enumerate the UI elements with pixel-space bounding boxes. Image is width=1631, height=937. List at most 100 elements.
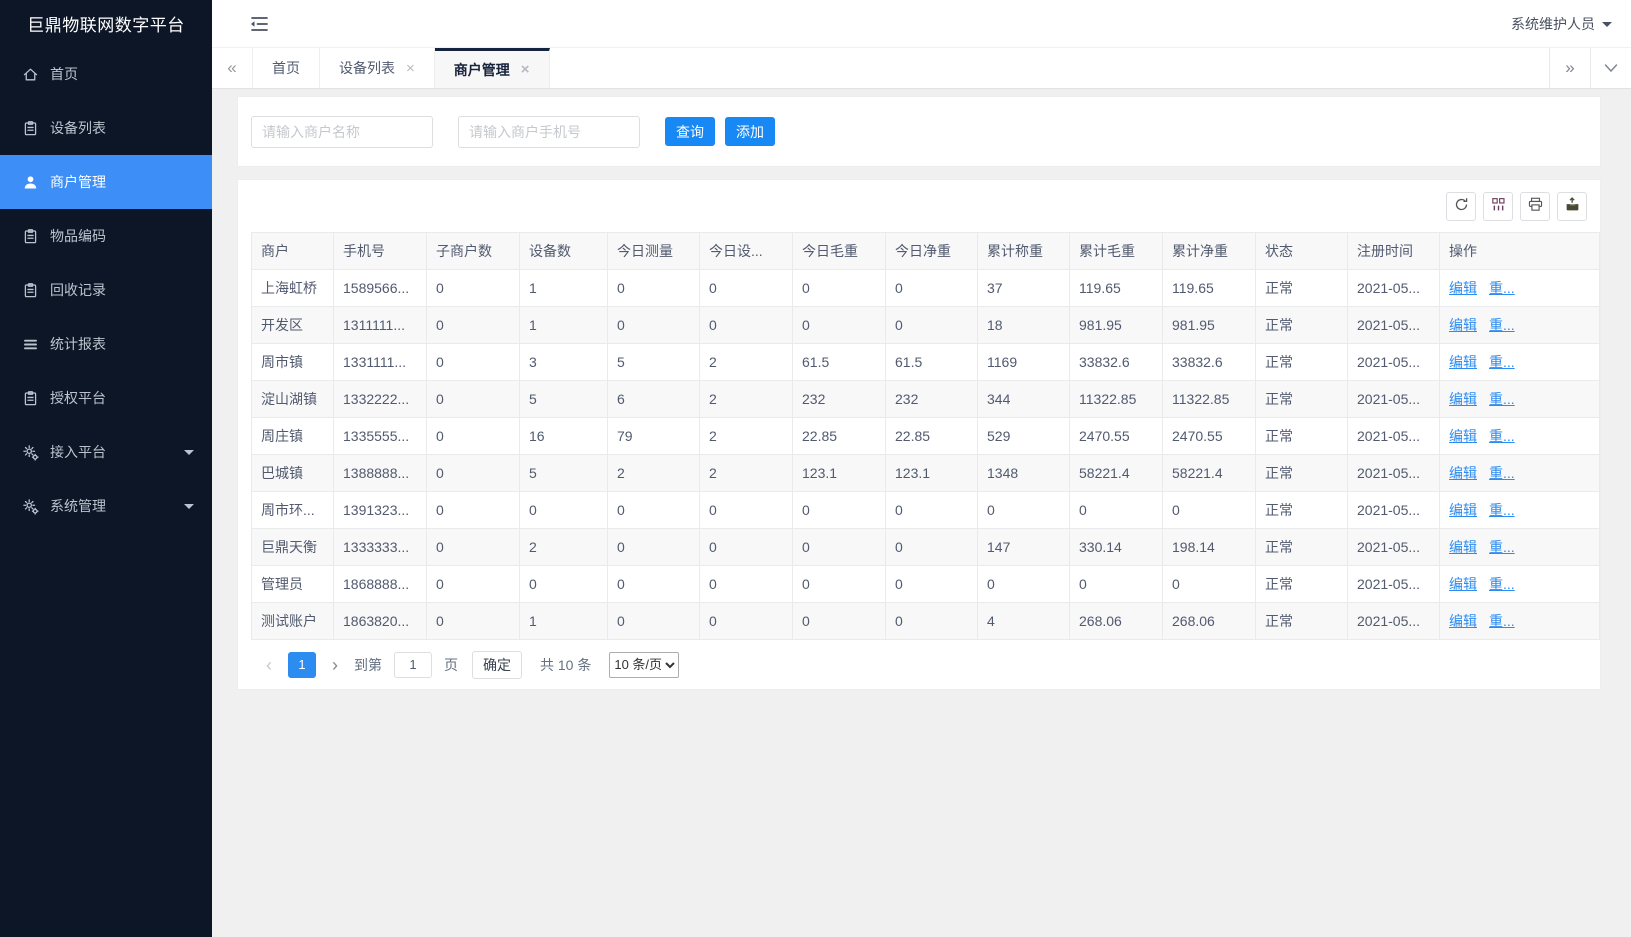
table-toolbar bbox=[238, 180, 1600, 232]
edit-link[interactable]: 编辑 bbox=[1449, 465, 1477, 481]
table-cell: 0 bbox=[700, 307, 793, 344]
edit-link[interactable]: 编辑 bbox=[1449, 391, 1477, 407]
reset-link[interactable]: 重... bbox=[1489, 613, 1515, 629]
user-menu[interactable]: 系统维护人员 bbox=[1511, 14, 1612, 34]
table-cell: 0 bbox=[520, 492, 608, 529]
reset-link[interactable]: 重... bbox=[1489, 280, 1515, 296]
edit-link[interactable]: 编辑 bbox=[1449, 280, 1477, 296]
reset-link[interactable]: 重... bbox=[1489, 539, 1515, 555]
table-cell: 0 bbox=[886, 270, 978, 307]
sidebar-item[interactable]: 设备列表 bbox=[0, 101, 212, 155]
table-cell: 79 bbox=[608, 418, 700, 455]
top-header: 系统维护人员 bbox=[212, 0, 1631, 48]
edit-link[interactable]: 编辑 bbox=[1449, 354, 1477, 370]
tab[interactable]: 首页 bbox=[253, 48, 320, 88]
query-button[interactable]: 查询 bbox=[665, 117, 715, 146]
edit-link[interactable]: 编辑 bbox=[1449, 428, 1477, 444]
actions-cell: 编辑重... bbox=[1440, 307, 1600, 344]
page-size-select[interactable]: 10 条/页 bbox=[609, 652, 679, 678]
content-area: 查询 添加 商户手机号子商户数设备数今日测量今日设...今日毛重今日净重累计称重… bbox=[212, 89, 1631, 937]
reset-link[interactable]: 重... bbox=[1489, 465, 1515, 481]
table-cell: 2021-05... bbox=[1348, 344, 1440, 381]
table-cell: 0 bbox=[608, 492, 700, 529]
page-number-input[interactable] bbox=[394, 652, 432, 678]
actions-cell: 编辑重... bbox=[1440, 418, 1600, 455]
merchant-name-input[interactable] bbox=[251, 116, 433, 148]
table-cell: 1868888... bbox=[334, 566, 427, 603]
main-area: 系统维护人员 « 首页 设备列表 × 商户管理 × » 查询 bbox=[212, 0, 1631, 937]
actions-cell: 编辑重... bbox=[1440, 603, 1600, 640]
table-cell: 119.65 bbox=[1070, 270, 1163, 307]
table-cell: 0 bbox=[700, 270, 793, 307]
sidebar-item[interactable]: 授权平台 bbox=[0, 371, 212, 425]
column-settings-icon bbox=[1490, 196, 1507, 216]
sidebar: 巨鼎物联网数字平台 首页 设备列表 商户管理 物品编码 回收记录 统计报表 授权… bbox=[0, 0, 212, 937]
close-icon[interactable]: × bbox=[406, 61, 415, 76]
table-cell: 1331111... bbox=[334, 344, 427, 381]
table-cell: 0 bbox=[427, 492, 520, 529]
table-cell: 2 bbox=[700, 418, 793, 455]
edit-link[interactable]: 编辑 bbox=[1449, 317, 1477, 333]
table-cell: 正常 bbox=[1256, 307, 1348, 344]
table-panel: 商户手机号子商户数设备数今日测量今日设...今日毛重今日净重累计称重累计毛重累计… bbox=[237, 179, 1601, 690]
prev-page-icon[interactable]: ‹ bbox=[256, 656, 282, 674]
tabs-scroll-left-icon[interactable]: « bbox=[212, 48, 252, 88]
table-row: 淀山湖镇1332222...056223223234411322.8511322… bbox=[252, 381, 1600, 418]
sidebar-item[interactable]: 回收记录 bbox=[0, 263, 212, 317]
edit-link[interactable]: 编辑 bbox=[1449, 539, 1477, 555]
print-button[interactable] bbox=[1520, 192, 1550, 221]
sidebar-item[interactable]: 首页 bbox=[0, 47, 212, 101]
table-cell: 2470.55 bbox=[1070, 418, 1163, 455]
reset-link[interactable]: 重... bbox=[1489, 502, 1515, 518]
sidebar-item[interactable]: 物品编码 bbox=[0, 209, 212, 263]
confirm-page-button[interactable]: 确定 bbox=[472, 651, 522, 679]
reset-link[interactable]: 重... bbox=[1489, 391, 1515, 407]
close-icon[interactable]: × bbox=[521, 62, 530, 77]
reset-link[interactable]: 重... bbox=[1489, 354, 1515, 370]
table-cell: 1589566... bbox=[334, 270, 427, 307]
table-cell: 0 bbox=[427, 529, 520, 566]
table-cell: 4 bbox=[978, 603, 1070, 640]
add-button[interactable]: 添加 bbox=[725, 117, 775, 146]
reset-link[interactable]: 重... bbox=[1489, 428, 1515, 444]
tab-label: 设备列表 bbox=[339, 58, 395, 78]
export-button[interactable] bbox=[1557, 192, 1587, 221]
table-cell: 11322.85 bbox=[1163, 381, 1256, 418]
tab-bar: « 首页 设备列表 × 商户管理 × » bbox=[212, 48, 1631, 89]
merchant-phone-input[interactable] bbox=[458, 116, 640, 148]
table-cell: 2470.55 bbox=[1163, 418, 1256, 455]
user-name: 系统维护人员 bbox=[1511, 14, 1595, 34]
tabs-scroll-right-icon[interactable]: » bbox=[1549, 48, 1590, 88]
tabs-menu-icon[interactable] bbox=[1590, 48, 1631, 88]
next-page-icon[interactable]: › bbox=[322, 656, 348, 674]
table-cell: 2 bbox=[700, 344, 793, 381]
reset-link[interactable]: 重... bbox=[1489, 576, 1515, 592]
table-cell: 2021-05... bbox=[1348, 492, 1440, 529]
table-cell: 22.85 bbox=[793, 418, 886, 455]
table-cell: 淀山湖镇 bbox=[252, 381, 334, 418]
tab[interactable]: 设备列表 × bbox=[320, 48, 435, 88]
table-cell: 0 bbox=[886, 492, 978, 529]
sidebar-collapse-icon[interactable] bbox=[248, 13, 270, 35]
tab[interactable]: 商户管理 × bbox=[435, 48, 550, 88]
edit-link[interactable]: 编辑 bbox=[1449, 613, 1477, 629]
table-cell: 0 bbox=[427, 455, 520, 492]
table-cell: 11322.85 bbox=[1070, 381, 1163, 418]
sidebar-item[interactable]: 统计报表 bbox=[0, 317, 212, 371]
table-cell: 2021-05... bbox=[1348, 603, 1440, 640]
pagination: ‹ 1 › 到第 页 确定 共 10 条 10 条/页 bbox=[238, 640, 1600, 689]
column-settings-button[interactable] bbox=[1483, 192, 1513, 221]
sidebar-item[interactable]: 系统管理 bbox=[0, 479, 212, 533]
reset-link[interactable]: 重... bbox=[1489, 317, 1515, 333]
table-cell: 18 bbox=[978, 307, 1070, 344]
sidebar-item[interactable]: 商户管理 bbox=[0, 155, 212, 209]
access-gear-icon bbox=[22, 444, 39, 461]
column-header: 商户 bbox=[252, 233, 334, 270]
refresh-button[interactable] bbox=[1446, 192, 1476, 221]
sidebar-item[interactable]: 接入平台 bbox=[0, 425, 212, 479]
current-page-button[interactable]: 1 bbox=[288, 652, 316, 678]
edit-link[interactable]: 编辑 bbox=[1449, 502, 1477, 518]
edit-link[interactable]: 编辑 bbox=[1449, 576, 1477, 592]
table-cell: 1348 bbox=[978, 455, 1070, 492]
table-cell: 0 bbox=[1070, 492, 1163, 529]
